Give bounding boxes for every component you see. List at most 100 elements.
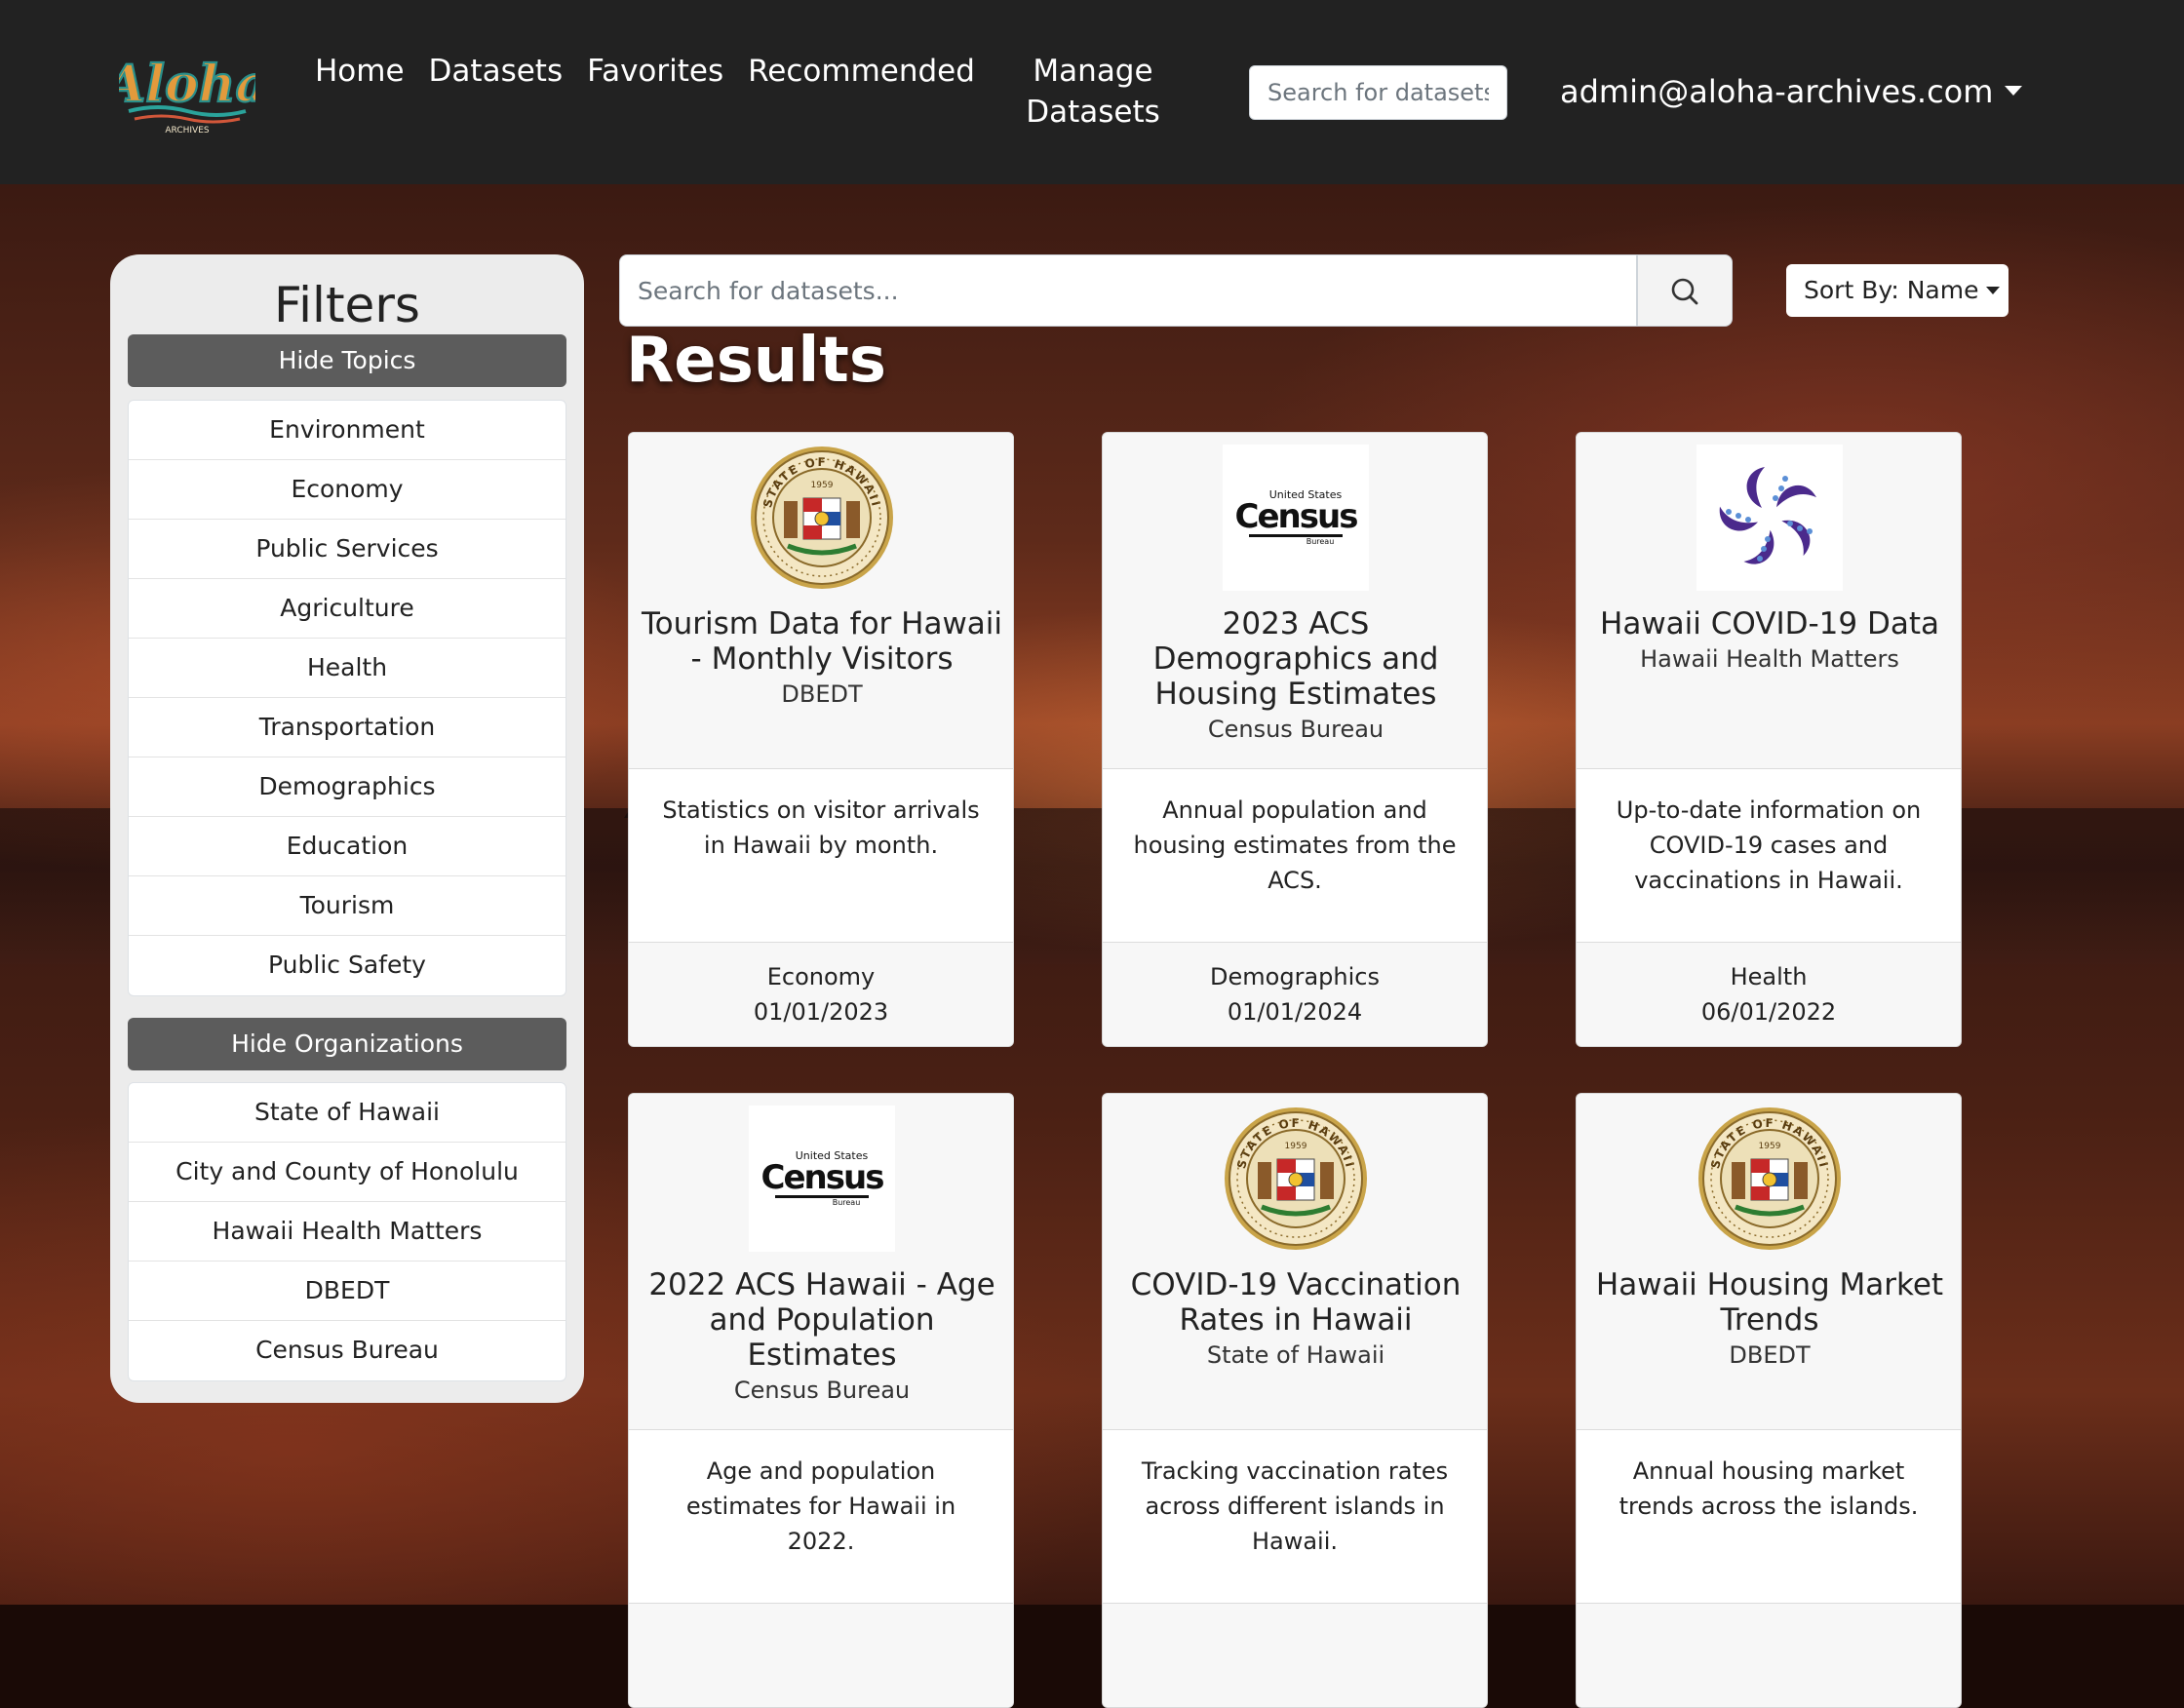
caret-down-icon <box>1986 287 2001 294</box>
org-item-hawaii-health-matters[interactable]: Hawaii Health Matters <box>129 1202 566 1262</box>
card-footer: Economy 01/01/2023 <box>629 943 1013 1046</box>
topic-item-environment[interactable]: Environment <box>129 401 566 460</box>
card-footer <box>1577 1604 1961 1707</box>
state-of-hawaii-seal-icon: STATE OF HAWAII 1959 <box>751 446 893 589</box>
card-title[interactable]: COVID-19 Vaccination Rates in Hawaii <box>1112 1267 1479 1338</box>
dataset-card[interactable]: STATE OF HAWAII 1959 Hawaii Housing Mark… <box>1576 1093 1962 1708</box>
nav-link-recommended[interactable]: Recommended <box>748 51 975 92</box>
nav-manage-line1: Manage <box>1033 54 1153 89</box>
card-header: United States Census Bureau 2022 ACS Haw… <box>629 1094 1013 1430</box>
card-title[interactable]: 2022 ACS Hawaii - Age and Population Est… <box>639 1267 1005 1373</box>
card-title-block: 2023 ACS Demographics and Housing Estima… <box>1112 606 1479 747</box>
nav-link-manage-datasets[interactable]: Manage Datasets <box>1014 51 1172 133</box>
card-organization: Census Bureau <box>733 1377 911 1404</box>
logo-text: Census <box>1234 496 1359 536</box>
org-item-census-bureau[interactable]: Census Bureau <box>129 1321 566 1380</box>
topic-item-transportation[interactable]: Transportation <box>129 698 566 757</box>
filters-title: Filters <box>274 277 420 333</box>
search-icon <box>1671 278 1698 305</box>
topic-item-economy[interactable]: Economy <box>129 460 566 520</box>
card-topic: Health <box>1730 963 1808 990</box>
card-topic: Demographics <box>1210 963 1380 990</box>
card-date: 06/01/2022 <box>1700 998 1837 1026</box>
logo-subtitle: ARCHIVES <box>165 126 210 136</box>
card-description: Up-to-date information on COVID-19 cases… <box>1577 769 1961 943</box>
card-description: Annual population and housing estimates … <box>1103 769 1487 943</box>
org-item-honolulu[interactable]: City and County of Honolulu <box>129 1143 566 1202</box>
state-of-hawaii-seal-icon: STATE OF HAWAII 1959 <box>1225 1107 1367 1250</box>
card-header: STATE OF HAWAII 1959 COVID-19 Vaccinatio… <box>1103 1094 1487 1430</box>
caret-down-icon <box>2005 86 2023 96</box>
org-item-dbedt[interactable]: DBEDT <box>129 1262 566 1321</box>
logo-text: Bureau <box>832 1197 861 1207</box>
card-header: STATE OF HAWAII 1959 Tourism Data for Ha… <box>629 433 1013 769</box>
card-organization: DBEDT <box>1729 1341 1811 1369</box>
nav-link-favorites[interactable]: Favorites <box>587 51 723 92</box>
logo-text: Bureau <box>1306 536 1335 546</box>
census-bureau-logo-icon: United States Census Bureau <box>1223 445 1369 591</box>
topic-item-tourism[interactable]: Tourism <box>129 876 566 936</box>
card-footer <box>1103 1604 1487 1707</box>
topic-item-public-safety[interactable]: Public Safety <box>129 936 566 995</box>
user-dropdown[interactable]: admin@aloha-archives.com <box>1560 70 2023 113</box>
search-button[interactable] <box>1637 254 1733 327</box>
card-organization: DBEDT <box>781 680 863 708</box>
card-footer <box>629 1604 1013 1707</box>
nav-link-datasets[interactable]: Datasets <box>429 51 564 92</box>
topic-item-agriculture[interactable]: Agriculture <box>129 579 566 639</box>
hide-topics-button[interactable]: Hide Topics <box>128 334 566 387</box>
results-title: Results <box>626 325 886 397</box>
card-description: Annual housing market trends across the … <box>1577 1430 1961 1604</box>
card-logo: STATE OF HAWAII 1959 <box>1223 1106 1369 1252</box>
nav-search-input[interactable] <box>1249 65 1507 120</box>
card-date: 01/01/2023 <box>753 998 889 1026</box>
card-organization: State of Hawaii <box>1206 1341 1385 1369</box>
dataset-card[interactable]: STATE OF HAWAII 1959 COVID-19 Vaccinatio… <box>1102 1093 1488 1708</box>
card-logo: STATE OF HAWAII 1959 <box>749 445 895 591</box>
card-topic: Economy <box>766 963 876 990</box>
card-footer: Health 06/01/2022 <box>1577 943 1961 1046</box>
card-logo: United States Census Bureau <box>749 1106 895 1252</box>
topic-item-demographics[interactable]: Demographics <box>129 757 566 817</box>
logo-text: 1959 <box>1285 1142 1307 1151</box>
dataset-search-input[interactable] <box>619 254 1637 327</box>
card-description: Age and population estimates for Hawaii … <box>629 1430 1013 1604</box>
dataset-card[interactable]: United States Census Bureau 2023 ACS Dem… <box>1102 432 1488 1047</box>
card-description: Tracking vaccination rates across differ… <box>1103 1430 1487 1604</box>
card-header: Hawaii COVID-19 Data Hawaii Health Matter… <box>1577 433 1961 769</box>
logo-text: 1959 <box>811 481 834 490</box>
top-navbar: Aloha ARCHIVES Home Datasets Favorites R… <box>0 0 2184 184</box>
sort-label: Sort By: Name <box>1804 276 1979 304</box>
card-date: 01/01/2024 <box>1227 998 1363 1026</box>
card-title[interactable]: Hawaii Housing Market Trends <box>1586 1267 1953 1338</box>
logo-text: 1959 <box>1759 1142 1781 1151</box>
topic-item-health[interactable]: Health <box>129 639 566 698</box>
card-organization: Hawaii Health Matters <box>1640 645 1899 673</box>
user-email: admin@aloha-archives.com <box>1560 73 1994 110</box>
hide-organizations-button[interactable]: Hide Organizations <box>128 1018 566 1070</box>
card-title-block: Hawaii COVID-19 Data Hawaii Health Matter… <box>1586 606 1953 677</box>
card-header: United States Census Bureau 2023 ACS Dem… <box>1103 433 1487 769</box>
dataset-card[interactable]: United States Census Bureau 2022 ACS Haw… <box>628 1093 1014 1708</box>
card-title[interactable]: Tourism Data for Hawaii - Monthly Visito… <box>639 606 1005 677</box>
card-logo <box>1696 445 1843 591</box>
card-header: STATE OF HAWAII 1959 Hawaii Housing Mark… <box>1577 1094 1961 1430</box>
card-title[interactable]: 2023 ACS Demographics and Housing Estima… <box>1112 606 1479 712</box>
topic-item-education[interactable]: Education <box>129 817 566 876</box>
card-organization: Census Bureau <box>1207 716 1384 743</box>
card-title[interactable]: Hawaii COVID-19 Data <box>1586 606 1953 641</box>
nav-links: Home Datasets Favorites Recommended <box>315 51 999 92</box>
nav-link-home[interactable]: Home <box>315 51 405 92</box>
card-title-block: COVID-19 Vaccination Rates in Hawaii Stat… <box>1112 1267 1479 1373</box>
dataset-card[interactable]: STATE OF HAWAII 1959 Tourism Data for Ha… <box>628 432 1014 1047</box>
dataset-card[interactable]: Hawaii COVID-19 Data Hawaii Health Matter… <box>1576 432 1962 1047</box>
topic-item-public-services[interactable]: Public Services <box>129 520 566 579</box>
state-of-hawaii-seal-icon: STATE OF HAWAII 1959 <box>1698 1107 1841 1250</box>
aloha-archives-logo[interactable]: Aloha ARCHIVES <box>119 41 255 138</box>
nav-manage-line2: Datasets <box>1026 95 1160 130</box>
org-item-state-of-hawaii[interactable]: State of Hawaii <box>129 1083 566 1143</box>
card-title-block: 2022 ACS Hawaii - Age and Population Est… <box>639 1267 1005 1408</box>
card-description: Statistics on visitor arrivals in Hawaii… <box>629 769 1013 943</box>
organizations-list: State of Hawaii City and County of Honol… <box>128 1082 566 1381</box>
sort-dropdown[interactable]: Sort By: Name <box>1786 264 2008 317</box>
